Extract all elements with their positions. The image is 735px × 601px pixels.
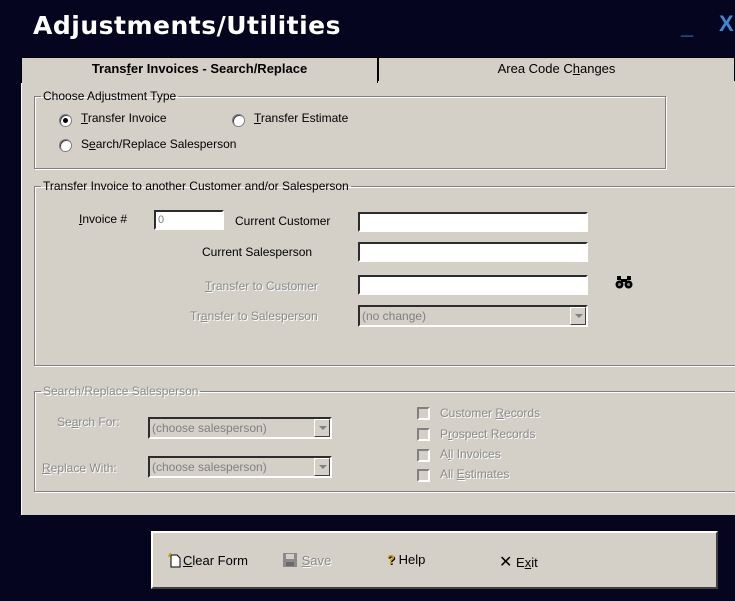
chevron-down-icon[interactable] [570,307,586,325]
search-replace-group: Search/Replace Salesperson [34,384,735,492]
minimize-button[interactable]: _ [681,14,693,40]
search-replace-legend: Search/Replace Salesperson [43,384,199,398]
radio-search-replace-label[interactable]: Search/Replace Salesperson [81,137,236,151]
title-bar: Adjustments/Utilities _ X [0,0,735,52]
tab-transfer-invoices[interactable]: Transfer Invoices - Search/Replace [21,57,378,83]
current-customer-field[interactable] [358,212,588,232]
customer-records-checkbox[interactable] [417,407,430,420]
all-invoices-label[interactable]: All Invoices [440,447,501,461]
radio-transfer-estimate-label[interactable]: Transfer Estimate [254,111,348,125]
new-document-icon [167,552,183,571]
transfer-to-salesperson-select[interactable]: (no change) [358,305,588,327]
current-customer-label: Current Customer [235,214,331,228]
close-button[interactable]: X [719,11,734,37]
invoice-number-label: Invoice # [79,212,128,226]
all-invoices-checkbox[interactable] [417,449,430,462]
replace-with-select[interactable]: (choose salesperson) [148,456,332,478]
radio-transfer-invoice[interactable] [59,114,72,127]
all-estimates-checkbox[interactable] [417,469,430,482]
floppy-disk-icon [282,552,298,571]
chevron-down-icon[interactable] [314,458,330,476]
binoculars-icon[interactable] [615,275,633,292]
transfer-invoice-group: Transfer Invoice to another Customer and… [34,179,735,366]
radio-transfer-estimate[interactable] [232,114,245,127]
exit-button[interactable]: ✕ Exit [499,552,538,572]
search-for-label: Search For: [57,415,120,429]
current-salesperson-label: Current Salesperson [202,245,313,259]
question-icon: ? [387,552,395,567]
search-for-select[interactable]: (choose salesperson) [148,417,332,439]
prospect-records-label[interactable]: Prospect Records [440,427,535,441]
window-title: Adjustments/Utilities [33,11,342,40]
invoice-number-input[interactable]: 0 [154,210,224,230]
transfer-to-customer-label: Transfer to Customer [205,279,318,293]
save-button[interactable]: Save [282,552,331,571]
tab-panel: Choose Adjustment Type Transfer Invoice … [21,81,735,515]
replace-with-label: Replace With: [42,461,117,475]
chevron-down-icon[interactable] [314,419,330,437]
radio-search-replace[interactable] [59,139,72,152]
current-salesperson-field[interactable] [358,242,588,262]
transfer-to-customer-field[interactable] [358,275,588,295]
prospect-records-checkbox[interactable] [417,428,430,441]
transfer-invoice-legend: Transfer Invoice to another Customer and… [43,179,349,193]
help-button[interactable]: ? Help [387,552,425,567]
all-estimates-label[interactable]: All Estimates [440,467,509,481]
bottom-toolbar: Clear Form Save ? Help ✕ Exit [151,531,718,589]
radio-transfer-invoice-label[interactable]: Transfer Invoice [81,111,167,125]
customer-records-label[interactable]: Customer Records [440,406,540,420]
clear-form-button[interactable]: Clear Form [167,552,248,571]
close-x-icon: ✕ [499,554,513,571]
transfer-to-salesperson-label: Transfer to Salesperson [190,309,318,323]
adjustment-type-group: Choose Adjustment Type [34,89,666,169]
tab-area-code-changes[interactable]: Area Code Changes [378,57,735,81]
adjustment-type-legend: Choose Adjustment Type [43,89,177,103]
